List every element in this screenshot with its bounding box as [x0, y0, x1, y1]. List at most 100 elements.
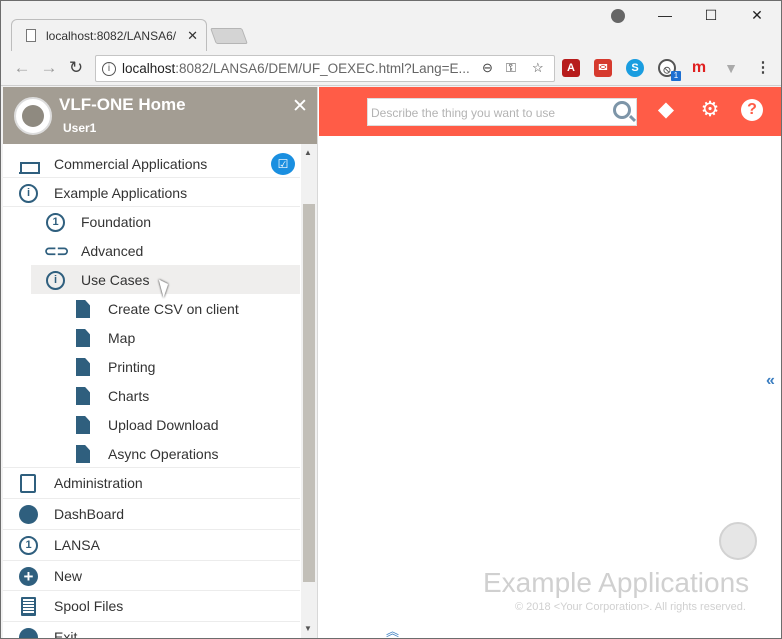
- collapse-up-icon[interactable]: ︽: [386, 621, 399, 638]
- m-extension-icon[interactable]: m: [690, 59, 708, 77]
- sidebar-header: VLF-ONE Home User1 ✕: [3, 87, 317, 144]
- menu-item-label: Spool Files: [54, 598, 124, 614]
- menu-item-administration[interactable]: Administration: [3, 468, 300, 499]
- gear-icon[interactable]: ⚙: [699, 99, 721, 121]
- top-bar: Describe the thing you want to use ◆ ⚙ ?: [319, 87, 781, 136]
- document-icon: [76, 358, 90, 376]
- document-icon: [76, 416, 90, 434]
- menu-kebab-icon[interactable]: ⋮: [754, 59, 772, 77]
- menu-item-printing[interactable]: Printing: [3, 352, 300, 381]
- list-icon: [21, 597, 36, 616]
- menu-item-label: Advanced: [81, 243, 144, 259]
- menu-item-label: Example Applications: [54, 185, 188, 201]
- menu-item-foundation[interactable]: 1 Foundation: [3, 207, 300, 236]
- mail-extension-icon[interactable]: ✉: [594, 59, 612, 77]
- menu-item-async-operations[interactable]: Async Operations: [3, 439, 300, 468]
- help-icon[interactable]: ?: [741, 99, 763, 121]
- info-icon: i: [19, 184, 38, 203]
- checked-badge-icon[interactable]: ☑: [271, 153, 295, 175]
- menu-item-label: Exit: [54, 629, 78, 638]
- tab-strip: localhost:8082/LANSA6/ ✕ — ☐ ✕: [1, 1, 781, 51]
- menu-item-map[interactable]: Map: [3, 323, 300, 352]
- pdf-extension-icon[interactable]: A: [562, 59, 580, 77]
- page-icon: [26, 29, 36, 42]
- menu-item-label: Charts: [108, 388, 150, 404]
- menu-item-label: Administration: [54, 475, 143, 491]
- scroll-down-icon[interactable]: ▼: [304, 624, 312, 633]
- menu-item-label: Upload Download: [108, 417, 219, 433]
- exit-icon: [19, 628, 38, 638]
- bookmark-star-icon[interactable]: ☆: [532, 60, 544, 76]
- minimize-button[interactable]: —: [655, 7, 675, 23]
- menu-item-label: Map: [108, 330, 136, 346]
- info-icon: i: [46, 271, 65, 290]
- filter-extension-icon[interactable]: ▼: [722, 59, 740, 77]
- factory-icon: [19, 155, 40, 174]
- back-icon[interactable]: ←: [11, 58, 33, 78]
- search-input[interactable]: Describe the thing you want to use: [367, 98, 637, 126]
- sidebar-title: VLF-ONE Home: [59, 95, 186, 114]
- sidebar-menu: Commercial Applications ☑ i Example Appl…: [3, 149, 300, 638]
- globe-icon: [19, 505, 38, 524]
- site-info-icon[interactable]: i: [102, 62, 116, 76]
- menu-item-create-csv[interactable]: Create CSV on client: [3, 294, 300, 323]
- menu-item-example-applications[interactable]: i Example Applications: [3, 178, 300, 207]
- menu-item-exit[interactable]: Exit: [3, 622, 300, 638]
- maximize-button[interactable]: ☐: [701, 7, 721, 24]
- scroll-up-icon[interactable]: ▲: [304, 148, 312, 157]
- new-tab-button[interactable]: [210, 28, 248, 44]
- copyright-text: © 2018 <Your Corporation>. All rights re…: [515, 601, 746, 613]
- search-icon[interactable]: [613, 101, 631, 119]
- menu-item-upload-download[interactable]: Upload Download: [3, 410, 300, 439]
- skype-extension-icon[interactable]: S: [626, 59, 644, 77]
- menu-item-new[interactable]: + New: [3, 561, 300, 591]
- brand-globe-icon: [719, 522, 757, 560]
- browser-window: localhost:8082/LANSA6/ ✕ — ☐ ✕ ← → ↻ i l…: [0, 0, 782, 639]
- reload-icon[interactable]: ↻: [65, 58, 87, 78]
- menu-item-label: Use Cases: [81, 272, 150, 288]
- eraser-icon[interactable]: ◆: [655, 99, 677, 121]
- extension-badge: 1: [671, 71, 681, 81]
- profile-icon[interactable]: [611, 9, 625, 23]
- forward-icon[interactable]: →: [38, 58, 60, 78]
- tab-close-icon[interactable]: ✕: [187, 28, 198, 44]
- document-icon: [76, 329, 90, 347]
- sidebar: VLF-ONE Home User1 ✕ Commercial Applicat…: [3, 87, 318, 638]
- close-window-button[interactable]: ✕: [747, 7, 767, 24]
- sidebar-scrollbar[interactable]: ▲ ▼: [301, 144, 317, 638]
- menu-item-advanced[interactable]: ⊂⊃ Advanced: [3, 236, 300, 265]
- menu-item-charts[interactable]: Charts: [3, 381, 300, 410]
- browser-toolbar: ← → ↻ i localhost:8082/LANSA6/DEM/UF_OEX…: [1, 51, 781, 86]
- link-icon: ⊂⊃: [44, 243, 70, 260]
- menu-item-label: New: [54, 568, 83, 584]
- globe-logo-icon: [14, 97, 52, 135]
- menu-item-spool-files[interactable]: Spool Files: [3, 591, 300, 622]
- url-path: :8082/LANSA6/DEM/UF_OEXEC.html?Lang=E...: [175, 61, 470, 76]
- menu-item-label: LANSA: [54, 537, 100, 553]
- menu-item-label: Printing: [108, 359, 156, 375]
- document-icon: [76, 445, 90, 463]
- menu-item-commercial-applications[interactable]: Commercial Applications ☑: [3, 149, 300, 178]
- menu-item-label: Async Operations: [108, 446, 219, 462]
- key-icon[interactable]: ⚿: [506, 60, 516, 76]
- menu-item-label: Create CSV on client: [108, 301, 239, 317]
- menu-item-label: Foundation: [81, 214, 152, 230]
- sidebar-user: User1: [63, 121, 97, 135]
- collapse-left-icon[interactable]: «: [766, 372, 775, 390]
- url-host: localhost: [122, 61, 176, 76]
- clipboard-icon: [20, 474, 36, 493]
- address-bar[interactable]: i localhost:8082/LANSA6/DEM/UF_OEXEC.htm…: [95, 55, 555, 82]
- zoom-icon[interactable]: ⊖: [482, 60, 493, 76]
- tab-title: localhost:8082/LANSA6/: [46, 29, 177, 43]
- one-icon: 1: [46, 213, 65, 232]
- browser-tab[interactable]: localhost:8082/LANSA6/ ✕: [11, 19, 207, 51]
- plus-icon: +: [19, 567, 38, 586]
- menu-item-dashboard[interactable]: DashBoard: [3, 499, 300, 530]
- one-icon: 1: [19, 536, 38, 555]
- document-icon: [76, 300, 90, 318]
- menu-item-lansa[interactable]: 1 LANSA: [3, 530, 300, 561]
- scrollbar-thumb[interactable]: [303, 204, 315, 582]
- close-icon[interactable]: ✕: [292, 95, 308, 118]
- menu-item-label: DashBoard: [54, 506, 125, 522]
- document-icon: [76, 387, 90, 405]
